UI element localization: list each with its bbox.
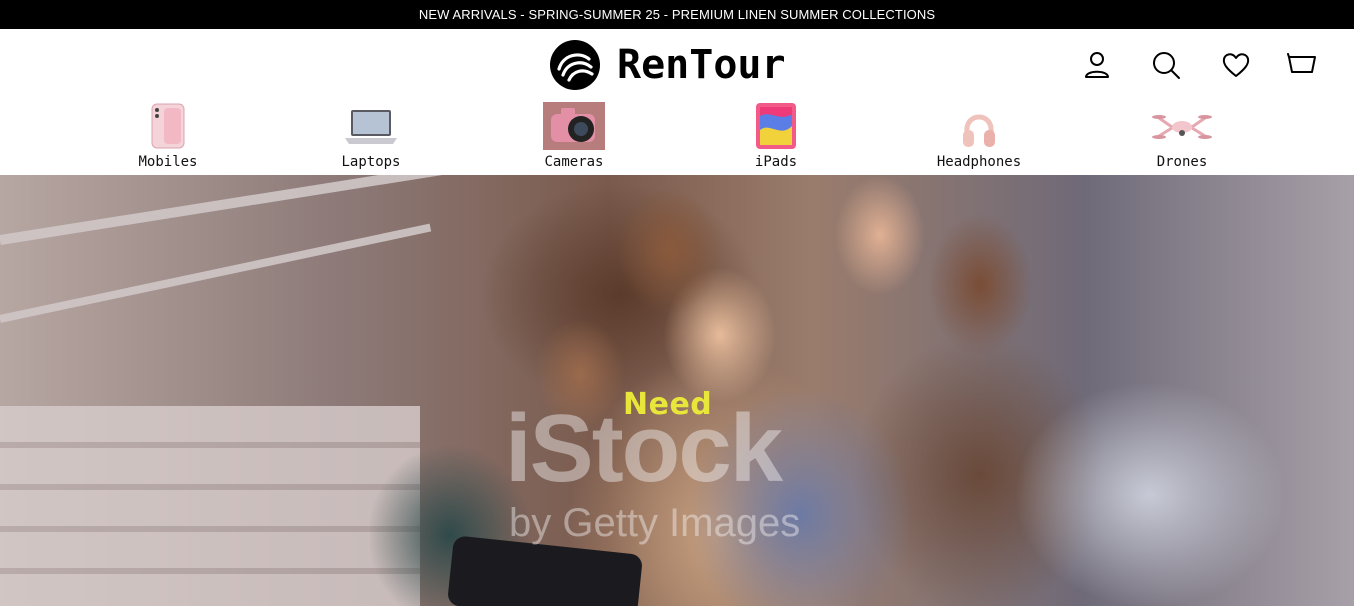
hero-headline: Need [623, 387, 713, 422]
hero-banner[interactable]: iStock by Getty Images Need [0, 175, 1354, 606]
category-drones[interactable]: Drones [1112, 101, 1252, 175]
brand-name: RenTour [617, 42, 786, 88]
account-button[interactable] [1080, 48, 1114, 82]
headphones-icon [947, 101, 1011, 151]
category-mobiles[interactable]: Mobiles [98, 101, 238, 175]
category-label: Headphones [936, 154, 1022, 170]
search-button[interactable] [1149, 48, 1183, 82]
category-ipads[interactable]: iPads [706, 101, 846, 175]
search-icon [1153, 52, 1180, 79]
cart-icon [1287, 53, 1316, 73]
heart-icon [1222, 53, 1250, 77]
drone-icon [1150, 101, 1214, 151]
announcement-bar: NEW ARRIVALS - SPRING-SUMMER 25 - PREMIU… [0, 0, 1354, 29]
user-icon [1085, 52, 1109, 78]
category-label: iPads [754, 154, 798, 170]
mobile-phone-icon [136, 101, 200, 151]
logo-mark-icon [550, 40, 600, 90]
site-header: RenTour [0, 29, 1354, 101]
category-cameras[interactable]: Cameras [504, 101, 644, 175]
announcement-text: NEW ARRIVALS - SPRING-SUMMER 25 - PREMIU… [418, 7, 936, 22]
category-label: Mobiles [138, 154, 198, 170]
laptop-icon [339, 101, 403, 151]
category-headphones[interactable]: Headphones [909, 101, 1049, 175]
cart-button[interactable] [1285, 48, 1319, 82]
category-laptops[interactable]: Laptops [301, 101, 441, 175]
category-nav: Mobiles Laptops Cameras iPads Headphones… [0, 101, 1354, 175]
category-label: Cameras [544, 154, 604, 170]
wishlist-button[interactable] [1219, 48, 1253, 82]
category-label: Drones [1156, 154, 1208, 170]
brand-logo[interactable]: RenTour [549, 38, 786, 92]
camera-icon [542, 101, 606, 151]
hero-stairs [0, 406, 420, 606]
category-label: Laptops [341, 154, 401, 170]
tablet-icon [744, 101, 808, 151]
